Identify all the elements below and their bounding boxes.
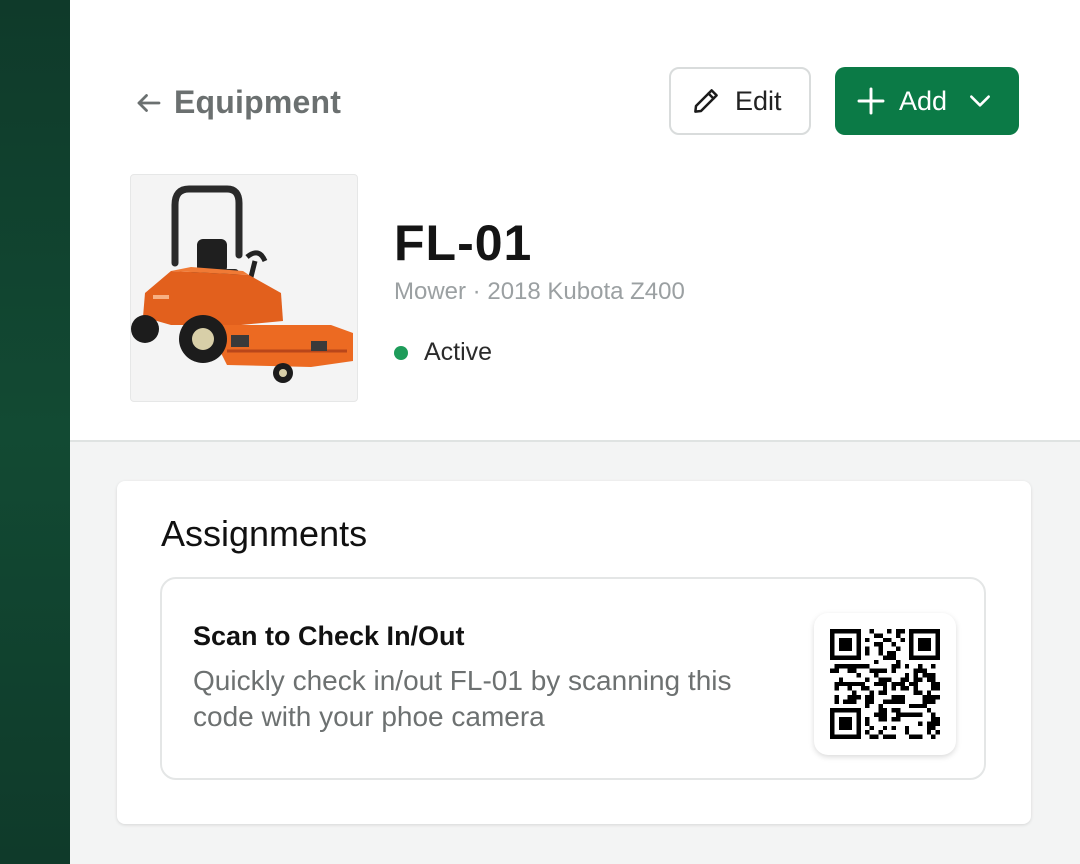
status-badge: Active bbox=[394, 338, 492, 367]
scan-description: Quickly check in/out FL-01 by scanning t… bbox=[193, 665, 732, 732]
equipment-header: Equipment Edit Add FL-01 Mower · 2018 Ku… bbox=[70, 0, 1080, 442]
chevron-down-icon bbox=[959, 88, 993, 114]
qr-code-button[interactable] bbox=[814, 613, 956, 755]
assignments-heading: Assignments bbox=[161, 513, 368, 554]
app-sidebar bbox=[0, 0, 70, 864]
back-to-equipment-link[interactable]: Equipment bbox=[134, 84, 341, 121]
scan-title: Scan to Check In/Out bbox=[193, 621, 465, 651]
mower-image bbox=[131, 185, 353, 383]
equipment-name: FL-01 bbox=[394, 215, 533, 271]
equipment-photo bbox=[130, 174, 358, 402]
back-link-label: Equipment bbox=[174, 84, 342, 120]
edit-button[interactable]: Edit bbox=[669, 67, 811, 135]
arrow-left-icon bbox=[137, 93, 161, 112]
pencil-icon bbox=[694, 89, 718, 113]
edit-button-label: Edit bbox=[735, 85, 782, 116]
equipment-subtitle: Mower · 2018 Kubota Z400 bbox=[394, 278, 685, 305]
assignments-card: Assignments Scan to Check In/Out Quickly… bbox=[117, 481, 1031, 824]
add-dropdown-button[interactable]: Add bbox=[835, 67, 1019, 135]
scan-check-in-out-panel: Scan to Check In/Out Quickly check in/ou… bbox=[160, 577, 986, 780]
add-button-label: Add bbox=[899, 85, 948, 116]
plus-icon bbox=[855, 85, 887, 117]
status-dot-icon bbox=[394, 345, 408, 360]
qr-code-icon bbox=[830, 629, 940, 739]
status-text: Active bbox=[424, 338, 493, 366]
